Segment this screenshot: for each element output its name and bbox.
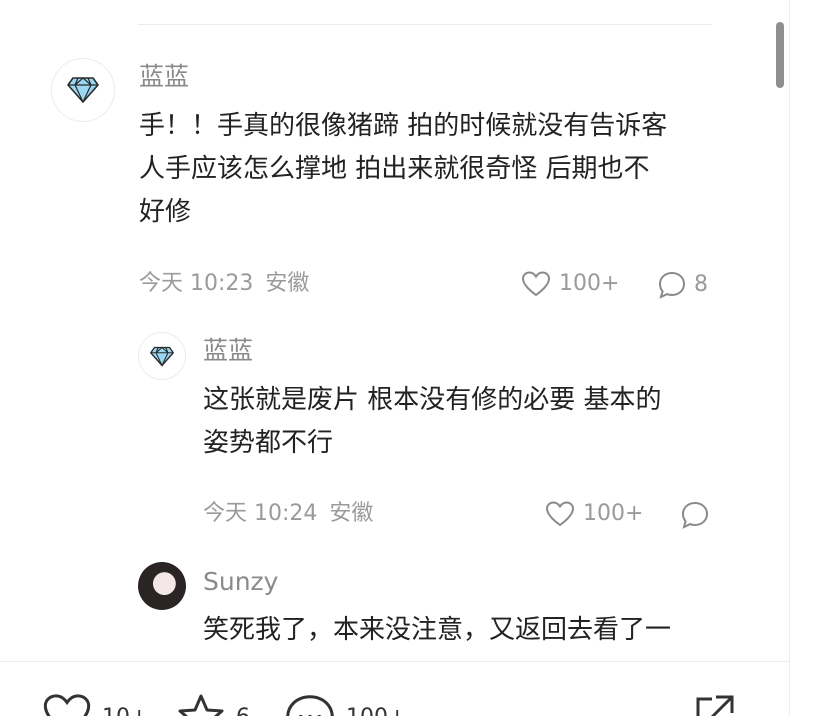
- comment-text-line: 人手应该怎么撑地 拍出来就很奇怪 后期也不: [139, 154, 650, 184]
- comment-meta: 今天 10:23 安徽: [139, 273, 309, 295]
- star-count: 6: [236, 705, 250, 716]
- bottom-action-bar: 10+ 6 100+: [0, 661, 789, 716]
- favorite-button[interactable]: 6: [176, 693, 250, 716]
- share-icon: [696, 695, 734, 716]
- comment-author[interactable]: 蓝蓝: [139, 64, 189, 89]
- reply-author[interactable]: 蓝蓝: [203, 338, 253, 363]
- reply-text: 笑死我了，本来没注意，又返回去看了一: [203, 609, 671, 652]
- reply-location: 安徽: [329, 501, 374, 526]
- comment-reply-button[interactable]: 8: [658, 271, 708, 299]
- comment-count: 100+: [346, 705, 406, 716]
- share-button[interactable]: [690, 693, 736, 716]
- comment-location: 安徽: [265, 271, 310, 296]
- comment-time: 今天 10:23: [139, 271, 254, 296]
- comment-like-button[interactable]: 100+: [521, 271, 619, 297]
- top-divider: [138, 24, 712, 25]
- star-icon: [178, 694, 224, 716]
- diamond-icon: [67, 77, 99, 104]
- avatar[interactable]: [51, 58, 115, 122]
- comment-text-line: 好修: [139, 197, 192, 227]
- like-count: 100+: [559, 271, 620, 296]
- heart-icon: [545, 501, 575, 527]
- reply-meta: 今天 10:24 安徽: [203, 503, 373, 525]
- heart-icon: [43, 694, 91, 716]
- reply-count: 8: [694, 272, 708, 297]
- like-post-button[interactable]: 10+: [42, 693, 148, 716]
- avatar[interactable]: [138, 332, 186, 380]
- comment-bubble-icon: [286, 695, 334, 716]
- comment-bubble-icon: [658, 271, 686, 299]
- like-count: 10+: [102, 705, 148, 716]
- right-edge-rule: [789, 0, 790, 716]
- like-count: 100+: [583, 501, 644, 526]
- reply-author[interactable]: Sunzy: [203, 569, 278, 594]
- scrollbar[interactable]: [776, 22, 784, 88]
- reply-time: 今天 10:24: [203, 501, 318, 526]
- photo-avatar[interactable]: [138, 562, 186, 610]
- reply-reply-button[interactable]: [681, 501, 709, 529]
- reply-text-line: 这张就是废片 根本没有修的必要 基本的: [203, 385, 662, 415]
- reply-like-button[interactable]: 100+: [545, 501, 643, 527]
- reply-text-line: 笑死我了，本来没注意，又返回去看了一: [203, 615, 672, 645]
- comment-bubble-icon: [681, 501, 709, 529]
- diamond-icon: [150, 346, 174, 367]
- reply-text-line: 姿势都不行: [203, 428, 334, 458]
- heart-icon: [521, 271, 551, 297]
- comment-post-button[interactable]: 100+: [284, 693, 406, 716]
- comment-text: 手！！手真的很像猪蹄 拍的时候就没有告诉客 人手应该怎么撑地 拍出来就很奇怪 后…: [139, 105, 667, 234]
- reply-text: 这张就是废片 根本没有修的必要 基本的 姿势都不行: [203, 379, 662, 465]
- comment-text-line: 手！！手真的很像猪蹄 拍的时候就没有告诉客: [139, 111, 668, 141]
